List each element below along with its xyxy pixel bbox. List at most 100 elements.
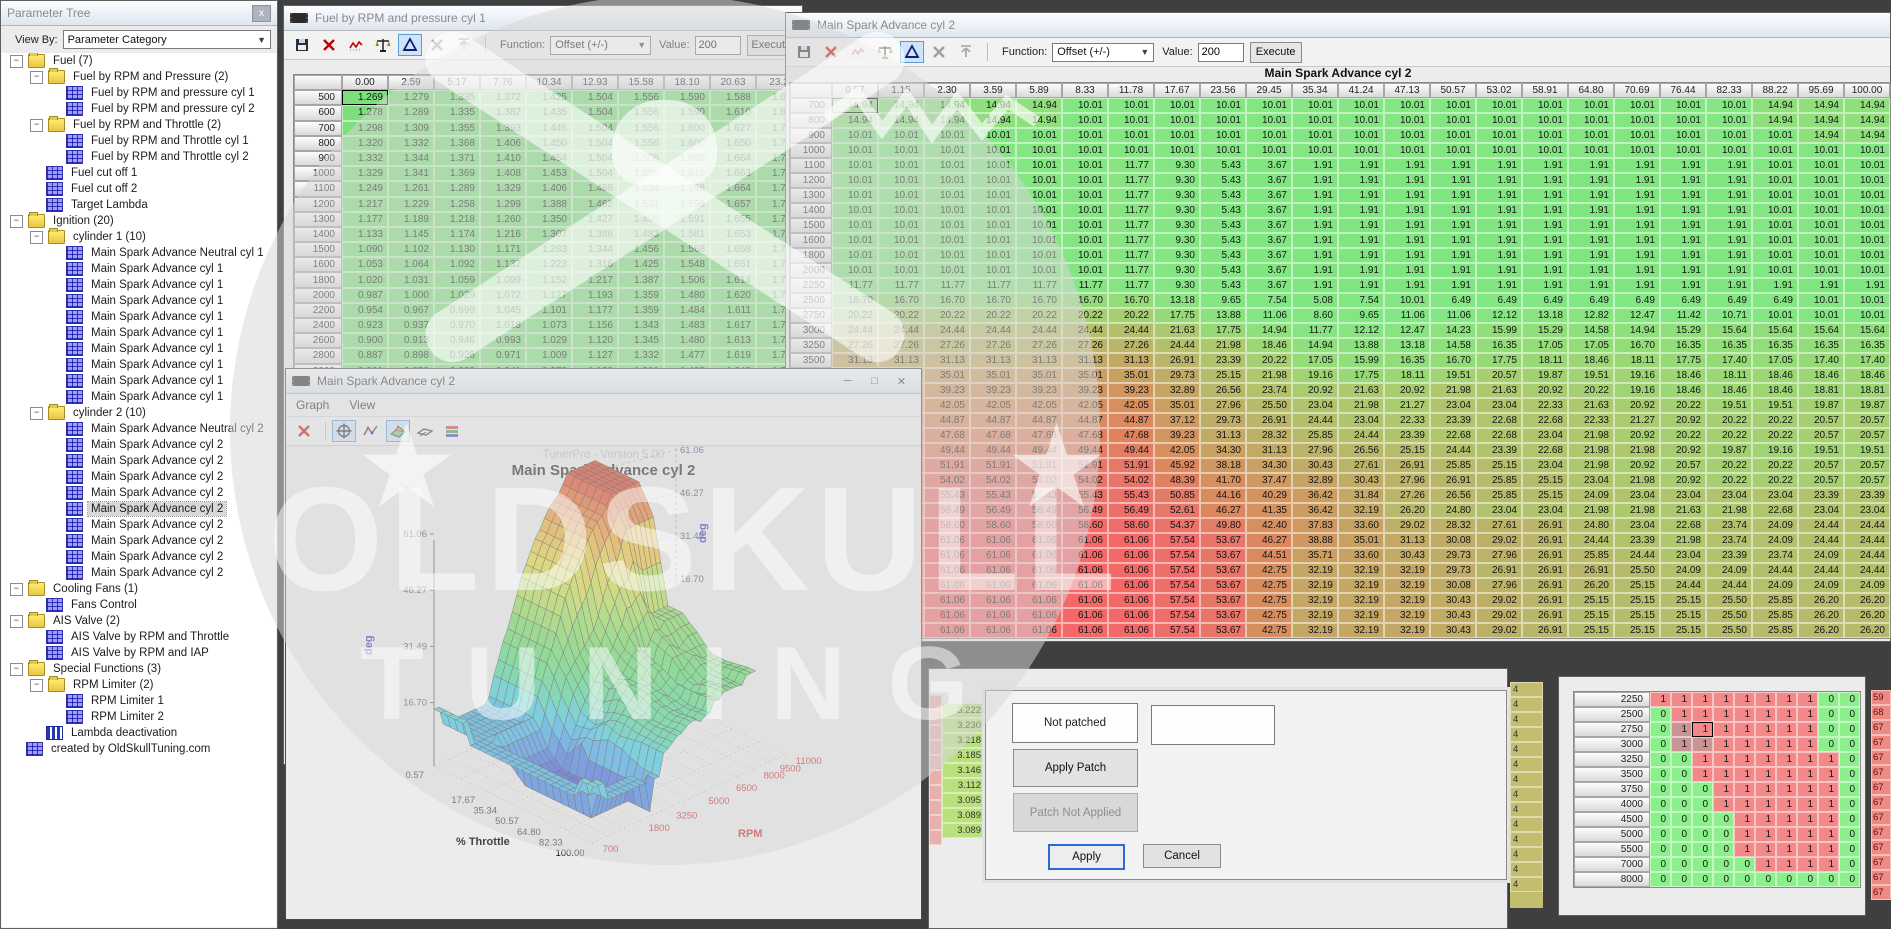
cell[interactable]: 58.60 <box>924 518 970 533</box>
cell[interactable]: 17.75 <box>1476 353 1522 368</box>
collapse-icon[interactable]: − <box>30 71 43 84</box>
cell[interactable]: 10.01 <box>1798 248 1844 263</box>
cell[interactable]: 61.06 <box>1016 593 1062 608</box>
cell[interactable]: 1.91 <box>1706 233 1752 248</box>
cell[interactable]: 1 <box>1671 692 1692 707</box>
cell[interactable]: 1.91 <box>1660 278 1706 293</box>
cell[interactable]: 23.04 <box>1430 398 1476 413</box>
cell[interactable]: 14.58 <box>1568 323 1614 338</box>
triangle-a-icon[interactable] <box>900 41 924 63</box>
row-header[interactable]: 2750 <box>790 308 832 323</box>
cell[interactable]: 1.91 <box>1798 278 1844 293</box>
cell[interactable]: 26.20 <box>1844 608 1890 623</box>
cell[interactable]: 20.57 <box>1844 413 1890 428</box>
cell[interactable]: 1.335 <box>434 90 480 105</box>
cell[interactable]: 0 <box>1650 872 1671 887</box>
tree-item[interactable]: −Fuel (7) <box>2 53 276 69</box>
cell[interactable]: 1 <box>1755 752 1776 767</box>
cell[interactable]: 1.91 <box>1338 188 1384 203</box>
cell[interactable]: 1 <box>1692 692 1713 707</box>
col-header[interactable]: 20.63 <box>710 75 756 90</box>
cell[interactable]: 27.96 <box>1476 578 1522 593</box>
cell[interactable]: 9.30 <box>1154 158 1200 173</box>
cell[interactable]: 22.68 <box>1476 413 1522 428</box>
cell[interactable]: 1.435 <box>526 105 572 120</box>
cell[interactable]: 42.75 <box>1246 578 1292 593</box>
cell[interactable]: 10.01 <box>924 128 970 143</box>
cell[interactable]: 23.74 <box>1246 383 1292 398</box>
row-header[interactable]: 1000 <box>790 143 832 158</box>
cell[interactable]: 44.87 <box>1062 413 1108 428</box>
cell[interactable]: 10.01 <box>1292 113 1338 128</box>
cell[interactable]: 10.01 <box>1568 128 1614 143</box>
cell[interactable]: 1.289 <box>388 105 434 120</box>
cell[interactable]: 26.20 <box>1568 578 1614 593</box>
row-header[interactable]: 5500 <box>1574 842 1650 857</box>
cell[interactable]: 22.68 <box>1522 413 1568 428</box>
cell[interactable]: 1 <box>1734 707 1755 722</box>
cell[interactable]: 5.08 <box>1292 293 1338 308</box>
cell[interactable]: 1.91 <box>1430 263 1476 278</box>
cell[interactable]: 3.67 <box>1246 263 1292 278</box>
cell[interactable]: 23.04 <box>1568 473 1614 488</box>
cell[interactable]: 10.01 <box>1430 128 1476 143</box>
cell[interactable]: 19.87 <box>1798 398 1844 413</box>
cell[interactable]: 35.01 <box>970 368 1016 383</box>
cell[interactable]: 49.44 <box>1062 443 1108 458</box>
cell[interactable]: 20.92 <box>1660 443 1706 458</box>
cell[interactable]: 6.49 <box>1430 293 1476 308</box>
cell[interactable]: 32.19 <box>1338 563 1384 578</box>
cell[interactable]: 1.018 <box>480 318 526 333</box>
cell[interactable]: 1.600 <box>664 121 710 136</box>
cell[interactable]: 1 <box>1755 782 1776 797</box>
cell[interactable]: 26.91 <box>1568 563 1614 578</box>
cell[interactable]: 15.29 <box>1660 323 1706 338</box>
cell[interactable]: 48.39 <box>1154 473 1200 488</box>
cell[interactable]: 1.617 <box>710 318 756 333</box>
cell[interactable]: 1 <box>1734 752 1755 767</box>
cell[interactable]: 1.335 <box>434 105 480 120</box>
cell[interactable]: 56.49 <box>1016 503 1062 518</box>
cell[interactable]: 0.937 <box>388 318 434 333</box>
tree-item[interactable]: Fuel by RPM and Throttle cyl 2 <box>2 149 276 165</box>
function-dropdown[interactable]: Offset (+/-)▼ <box>550 36 651 55</box>
cell[interactable]: 10.01 <box>878 233 924 248</box>
cell[interactable]: 1.427 <box>572 212 618 227</box>
cell[interactable]: 1.045 <box>480 303 526 318</box>
menu-graph[interactable]: Graph <box>286 398 339 412</box>
cell[interactable]: 9.30 <box>1154 278 1200 293</box>
cell[interactable]: 61.06 <box>1062 563 1108 578</box>
cell[interactable]: 42.75 <box>1246 623 1292 638</box>
cell[interactable]: 18.46 <box>1798 368 1844 383</box>
cell[interactable]: 29.73 <box>1430 548 1476 563</box>
cell[interactable]: 5.43 <box>1200 263 1246 278</box>
cell[interactable]: 1.91 <box>1384 278 1430 293</box>
cell[interactable]: 10.01 <box>1798 158 1844 173</box>
cell[interactable]: 1 <box>1692 722 1713 737</box>
cell[interactable]: 55.43 <box>1108 488 1154 503</box>
cell[interactable]: 24.44 <box>924 323 970 338</box>
cell[interactable]: 25.15 <box>1568 623 1614 638</box>
cell[interactable]: 18.46 <box>1844 368 1890 383</box>
cell[interactable]: 3.67 <box>1246 248 1292 263</box>
cell[interactable]: 16.35 <box>1706 338 1752 353</box>
cell[interactable]: 42.40 <box>1246 518 1292 533</box>
cell[interactable]: 25.15 <box>1614 608 1660 623</box>
cell[interactable]: 18.46 <box>1706 383 1752 398</box>
col-header[interactable]: 12.93 <box>572 75 618 90</box>
cell[interactable]: 32.19 <box>1338 623 1384 638</box>
cell[interactable]: 0 <box>1818 722 1839 737</box>
col-header[interactable]: 88.22 <box>1752 83 1798 98</box>
cell[interactable]: 1.387 <box>618 272 664 287</box>
cell[interactable]: 23.74 <box>1752 548 1798 563</box>
cell[interactable]: 0 <box>1671 812 1692 827</box>
cell[interactable]: 38.88 <box>1292 533 1338 548</box>
cell[interactable]: 29.02 <box>1476 593 1522 608</box>
cell[interactable]: 28.32 <box>1430 518 1476 533</box>
cell[interactable]: 1 <box>1650 692 1671 707</box>
tree-item[interactable]: Fuel cut off 2 <box>2 181 276 197</box>
cell[interactable]: 18.81 <box>1844 383 1890 398</box>
cell[interactable]: 0 <box>1839 737 1860 752</box>
cell[interactable]: 1.658 <box>710 242 756 257</box>
cell[interactable]: 19.51 <box>1706 398 1752 413</box>
